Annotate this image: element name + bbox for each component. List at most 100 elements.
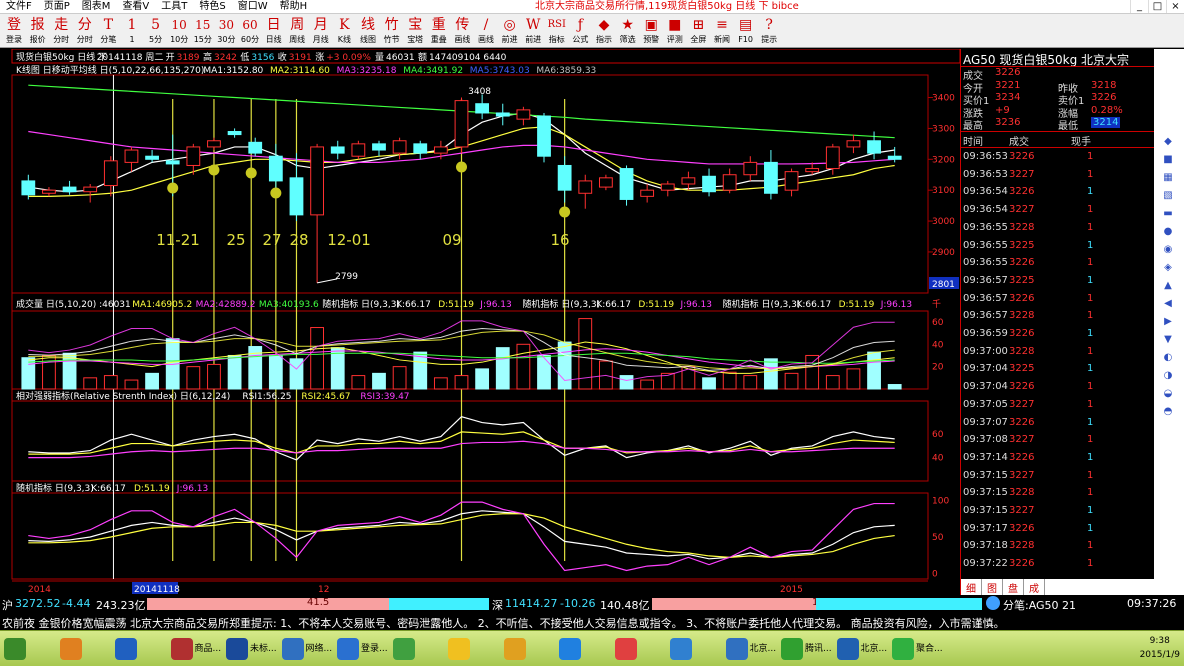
candle-body[interactable] (351, 143, 366, 157)
menu-item-1[interactable]: 页面P (38, 0, 76, 14)
toolbar-button-4[interactable]: T 分笔 (97, 15, 119, 47)
toolbar-button-24[interactable]: ƒ 公式 (569, 15, 591, 47)
candle-body[interactable] (227, 131, 242, 136)
toolbar-button-23[interactable]: RSI 指标 (546, 15, 568, 47)
menu-item-3[interactable]: 查看V (116, 0, 155, 14)
candle-body[interactable] (784, 171, 799, 191)
toolbar-button-27[interactable]: ▣ 预警 (640, 15, 662, 47)
toolbar-button-28[interactable]: ■ 评测 (664, 15, 686, 47)
taskbar-item-11[interactable] (614, 635, 637, 663)
toolbar-button-6[interactable]: 5 5分 (145, 15, 167, 47)
toolbar-button-8[interactable]: 15 15分 (192, 15, 214, 47)
candle-body[interactable] (207, 140, 221, 148)
toolbar-button-29[interactable]: ⊞ 全屏 (687, 15, 709, 47)
candle-body[interactable] (310, 146, 324, 216)
tool-icon-half-c[interactable]: ◒ (1161, 389, 1175, 399)
toolbar-button-16[interactable]: 竹竹节 (381, 15, 403, 47)
chart-area[interactable]: 现货白银50kg 日线 下 20141118 周二开 3189 高 3242 低 3156 收… (0, 48, 961, 595)
candle-body[interactable] (21, 180, 36, 196)
close-button[interactable]: × (1166, 0, 1184, 13)
tool-icon-hatch[interactable]: ▧ (1161, 191, 1175, 201)
candle-body[interactable] (186, 146, 201, 166)
toolbar-button-9[interactable]: 30 30分 (215, 15, 237, 47)
candle-body[interactable] (83, 186, 98, 193)
taskbar-item-4[interactable]: 未标... (226, 635, 277, 663)
tool-icon-right[interactable]: ▶ (1161, 317, 1175, 327)
candle-body[interactable] (640, 189, 655, 197)
taskbar-item-10[interactable] (559, 635, 581, 663)
candle-body[interactable] (764, 161, 778, 194)
candle-body[interactable] (475, 103, 490, 114)
toolbar-button-5[interactable]: 11 (121, 15, 143, 47)
toolbar-button-19[interactable]: 传画线 (451, 15, 473, 47)
chart-svg[interactable]: 现货白银50kg 日线 下20141118 周二开 3189 高 3242 低 3156 收… (0, 48, 961, 595)
toolbar-button-25[interactable]: ◆ 指示 (593, 15, 615, 47)
menu-item-7[interactable]: 帮助H (274, 0, 314, 14)
tool-icon-diamond[interactable]: ◆ (1161, 137, 1175, 147)
candle-body[interactable] (846, 140, 861, 148)
candle-body[interactable] (42, 189, 56, 194)
candle-body[interactable] (62, 186, 77, 193)
taskbar-item-5[interactable]: 网络... (281, 635, 332, 663)
candle-body[interactable] (557, 164, 572, 191)
toolbar-button-13[interactable]: 月月线 (310, 15, 332, 47)
candle-body[interactable] (722, 174, 737, 191)
taskbar-item-9[interactable] (503, 635, 526, 663)
candle-body[interactable] (599, 177, 613, 188)
taskbar-item-8[interactable] (448, 635, 470, 663)
toolbar-button-32[interactable]: ? 提示 (758, 15, 780, 47)
candle-body[interactable] (825, 146, 840, 170)
toolbar-button-17[interactable]: 宝宝塔 (404, 15, 426, 47)
toolbar-button-0[interactable]: 登登录 (3, 15, 25, 47)
candle-body[interactable] (619, 168, 634, 200)
candle-body[interactable] (578, 180, 593, 194)
tray-clock[interactable]: 9:38 2015/1/9 (1140, 634, 1180, 662)
toolbar-button-11[interactable]: 日日线 (263, 15, 285, 47)
tool-icon-half-d[interactable]: ◓ (1161, 407, 1175, 417)
toolbar-button-20[interactable]: / 画线 (475, 15, 497, 47)
minimize-button[interactable]: _ (1130, 0, 1148, 13)
toolbar-button-30[interactable]: ≡ 新闻 (711, 15, 733, 47)
candle-body[interactable] (867, 140, 881, 154)
menu-item-4[interactable]: 工具T (155, 0, 193, 14)
tool-icon-grid[interactable]: ▦ (1161, 173, 1175, 183)
toolbar-button-15[interactable]: 线线图 (357, 15, 379, 47)
toolbar-button-22[interactable]: W 前进 (522, 15, 544, 47)
toolbar-button-18[interactable]: 重重叠 (428, 15, 450, 47)
candle-body[interactable] (702, 175, 716, 193)
candle-body[interactable] (495, 112, 510, 117)
candle-body[interactable] (248, 141, 263, 154)
candle-body[interactable] (392, 140, 407, 154)
toolbar-button-2[interactable]: 走分时 (50, 15, 72, 47)
candle-body[interactable] (413, 143, 428, 154)
tool-icon-square[interactable]: ■ (1161, 155, 1175, 165)
toolbar-button-12[interactable]: 周周线 (286, 15, 308, 47)
menu-item-5[interactable]: 特色S (193, 0, 231, 14)
tool-icon-down[interactable]: ▼ (1161, 335, 1175, 345)
candle-body[interactable] (330, 146, 345, 154)
candle-body[interactable] (124, 149, 139, 163)
candle-body[interactable] (516, 109, 531, 120)
taskbar-item-12[interactable] (670, 635, 692, 663)
taskbar-item-13[interactable]: 北京... (725, 635, 776, 663)
candle-body[interactable] (433, 146, 448, 154)
toolbar-button-31[interactable]: ▤ F10 (735, 15, 757, 47)
quote-tab-0[interactable]: 细 (961, 579, 982, 595)
candle-body[interactable] (681, 177, 696, 185)
candle-body[interactable] (165, 160, 180, 165)
toolbar-button-14[interactable]: K K线 (333, 15, 355, 47)
candle-body[interactable] (887, 155, 902, 160)
taskbar-item-0[interactable] (4, 635, 26, 663)
candle-body[interactable] (743, 161, 758, 176)
candle-body[interactable] (289, 177, 304, 216)
tool-icon-bar[interactable]: ▬ (1161, 209, 1175, 219)
taskbar-item-15[interactable]: 北京... (836, 635, 887, 663)
candle-body[interactable] (145, 155, 159, 160)
toolbar-button-1[interactable]: 报报价 (27, 15, 49, 47)
taskbar-item-6[interactable]: 登录... (337, 635, 388, 663)
tool-icon-left[interactable]: ◀ (1161, 299, 1175, 309)
quote-tab-1[interactable]: 图 (982, 579, 1003, 595)
candle-body[interactable] (454, 100, 469, 148)
toolbar-button-7[interactable]: 10 10分 (168, 15, 190, 47)
taskbar-item-3[interactable]: 商品... (170, 635, 221, 663)
